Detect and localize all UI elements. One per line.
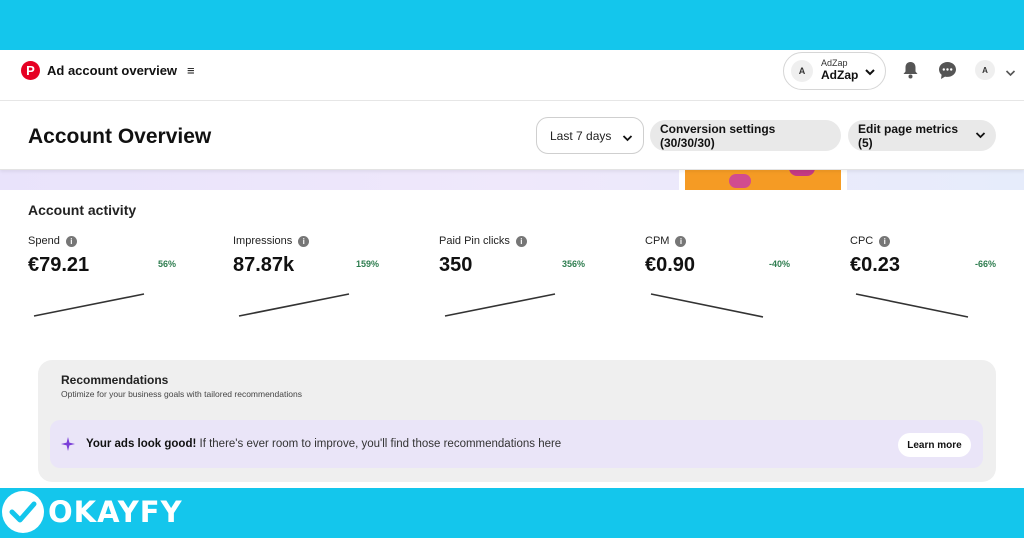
metric-change: 356% — [561, 259, 585, 269]
metric-change: 159% — [355, 259, 379, 269]
user-menu-chevron-icon[interactable] — [1005, 65, 1016, 83]
info-icon[interactable]: i — [298, 235, 310, 247]
metric-label-text: Paid Pin clicks — [439, 235, 510, 247]
recommendations-subtitle: Optimize for your business goals with ta… — [61, 389, 302, 399]
account-avatar: A — [791, 60, 813, 82]
metric-value: €0.23 — [850, 254, 901, 276]
account-name: AdZap — [821, 68, 859, 83]
frame-top-bar — [0, 0, 1024, 50]
info-icon[interactable]: i — [515, 235, 527, 247]
recommendation-card: Your ads look good! If there's ever room… — [50, 420, 983, 468]
metric-value: €79.21 — [28, 254, 90, 276]
account-names: AdZap AdZap — [821, 59, 858, 82]
metric-change: -66% — [974, 259, 996, 269]
sparkle-icon — [61, 437, 75, 451]
metric-spend[interactable]: Spend i €79.21 56% — [28, 235, 188, 325]
recommendation-message: Your ads look good! If there's ever room… — [86, 438, 561, 450]
conversion-settings-button[interactable]: Conversion settings (30/30/30) — [650, 120, 841, 151]
chevron-down-icon — [975, 129, 986, 143]
metric-change: -40% — [768, 259, 790, 269]
chat-icon[interactable] — [937, 60, 957, 80]
paid-pin-clicks-trend-line — [444, 293, 556, 317]
page-header: Account Overview Last 7 days Conversion … — [0, 101, 1024, 170]
edit-page-metrics-button[interactable]: Edit page metrics (5) — [848, 120, 996, 151]
promo-image-shape — [729, 174, 751, 188]
metric-paid-pin-clicks[interactable]: Paid Pin clicks i 350 356% — [439, 235, 599, 325]
conversion-settings-label: Conversion settings (30/30/30) — [660, 121, 776, 150]
menu-icon[interactable]: ≡ — [187, 63, 195, 78]
metric-label: CPM i — [645, 235, 687, 247]
metric-label: Paid Pin clicks i — [439, 235, 527, 247]
chevron-down-icon — [622, 132, 633, 146]
recommendations-panel: Recommendations Optimize for your busine… — [38, 360, 996, 482]
edit-page-metrics-label: Edit page metrics (5) — [858, 121, 959, 150]
checkmark-logo-icon — [2, 491, 44, 533]
metric-value: 350 — [439, 254, 473, 276]
metric-value: €0.90 — [645, 254, 696, 276]
metric-label-text: CPM — [645, 235, 670, 247]
info-icon[interactable]: i — [65, 235, 77, 247]
recommendations-title: Recommendations — [61, 373, 169, 387]
date-range-value: Last 7 days — [550, 128, 612, 143]
metric-cpc[interactable]: CPC i €0.23 -66% — [850, 235, 1010, 325]
metric-label: CPC i — [850, 235, 891, 247]
okayfy-brand: OKAYFY — [2, 489, 183, 535]
user-avatar[interactable]: A — [975, 60, 995, 80]
spend-trend-line — [33, 293, 145, 317]
app-window: P Ad account overview ≡ A AdZap AdZap A — [0, 50, 1024, 488]
account-switcher[interactable]: A AdZap AdZap — [783, 52, 886, 90]
metric-label-text: CPC — [850, 235, 874, 247]
info-icon[interactable]: i — [675, 235, 687, 247]
nav-left: P Ad account overview ≡ — [21, 61, 195, 80]
metric-label-text: Impressions — [233, 235, 293, 247]
cpc-trend-line — [855, 293, 969, 318]
metric-cpm[interactable]: CPM i €0.90 -40% — [645, 235, 805, 325]
recommendation-message-bold: Your ads look good! — [86, 438, 197, 450]
date-range-select[interactable]: Last 7 days — [536, 117, 644, 154]
recommendation-message-text: If there's ever room to improve, you'll … — [196, 438, 562, 450]
account-activity-title: Account activity — [28, 202, 137, 218]
info-icon[interactable]: i — [879, 235, 891, 247]
metric-change: 56% — [157, 259, 176, 269]
page-title: Account Overview — [28, 125, 212, 148]
metric-value: 87.87k — [233, 254, 295, 276]
metric-label: Spend i — [28, 235, 77, 247]
metric-label-text: Spend — [28, 235, 60, 247]
learn-more-button[interactable]: Learn more — [898, 433, 971, 457]
metric-label: Impressions i — [233, 235, 310, 247]
metric-impressions[interactable]: Impressions i 87.87k 159% — [233, 235, 393, 325]
top-nav: P Ad account overview ≡ A AdZap AdZap A — [0, 50, 1024, 101]
brand-name: OKAYFY — [48, 495, 183, 529]
chevron-down-icon — [864, 65, 876, 83]
impressions-trend-line — [238, 293, 350, 317]
pinterest-logo-icon[interactable]: P — [21, 61, 40, 80]
cpm-trend-line — [650, 293, 764, 318]
bell-icon[interactable] — [900, 60, 920, 80]
nav-title[interactable]: Ad account overview — [47, 63, 177, 78]
